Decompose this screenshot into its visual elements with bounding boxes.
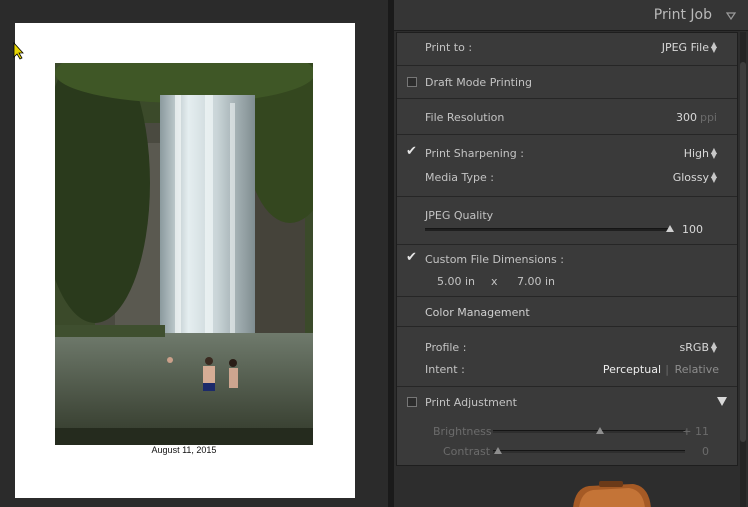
print-sharpening-label: Print Sharpening :	[425, 147, 524, 160]
profile-intent-section: Profile : sRGB ▲ ▼ Intent : Perceptual | …	[397, 327, 737, 387]
dimensions-values-row: 5.00 in x 7.00 in	[397, 273, 737, 291]
intent-perceptual-option[interactable]: Perceptual	[603, 363, 661, 376]
updown-arrow-icon[interactable]: ▲ ▼	[711, 171, 717, 184]
panel-title: Print Job	[653, 7, 712, 23]
print-to-value[interactable]: JPEG File	[662, 41, 709, 54]
dimension-separator: x	[491, 275, 498, 288]
intent-label: Intent :	[425, 363, 465, 376]
draft-mode-section: Draft Mode Printing	[397, 66, 737, 99]
contrast-slider[interactable]	[493, 450, 685, 453]
jpeg-quality-value[interactable]: 100	[682, 223, 703, 236]
jpeg-quality-slider-thumb[interactable]	[666, 225, 674, 232]
media-type-value[interactable]: Glossy	[673, 171, 709, 184]
print-adjustment-section: Print Adjustment Brightness + 11 Contras…	[397, 387, 737, 467]
profile-value[interactable]: sRGB	[680, 341, 709, 354]
panel-scrollbar-thumb[interactable]	[740, 62, 746, 442]
file-resolution-section: File Resolution 300 ppi	[397, 99, 737, 135]
intent-row: Intent : Perceptual | Relative	[397, 361, 737, 379]
print-adjustment-checkbox[interactable]	[407, 397, 417, 407]
updown-arrow-icon[interactable]: ▲ ▼	[711, 341, 717, 354]
color-management-section: Color Management	[397, 297, 737, 327]
jpeg-quality-slider[interactable]	[425, 228, 670, 231]
print-job-panel: Print Job Print to : JPEG File ▲ ▼ Draft …	[394, 0, 748, 507]
profile-label: Profile :	[425, 341, 467, 354]
jpeg-quality-section: JPEG Quality 100	[397, 197, 737, 245]
print-to-section: Print to : JPEG File ▲ ▼	[397, 33, 737, 66]
intent-separator: |	[665, 363, 669, 376]
custom-dimensions-section: ✔ Custom File Dimensions : 5.00 in x 7.0…	[397, 245, 737, 297]
file-resolution-label: File Resolution	[425, 111, 505, 124]
custom-dimensions-label: Custom File Dimensions :	[425, 253, 564, 266]
jpeg-quality-label: JPEG Quality	[425, 209, 494, 222]
color-management-row: Color Management	[397, 304, 737, 322]
draft-mode-label: Draft Mode Printing	[425, 76, 533, 89]
intent-relative-option[interactable]: Relative	[675, 363, 719, 376]
file-resolution-unit: ppi	[699, 111, 717, 124]
updown-arrow-icon[interactable]: ▲ ▼	[711, 147, 717, 160]
contrast-label: Contrast	[443, 445, 491, 458]
media-type-row: Media Type : Glossy ▲ ▼	[397, 169, 737, 187]
print-adjustment-label: Print Adjustment	[425, 396, 517, 409]
print-to-file-button-art[interactable]	[569, 478, 653, 507]
dimension-height-value[interactable]: 7.00 in	[517, 275, 555, 288]
checkmark-icon[interactable]: ✔	[406, 250, 417, 265]
color-management-title: Color Management	[425, 306, 530, 319]
file-resolution-value[interactable]: 300	[676, 111, 697, 124]
brightness-value[interactable]: + 11	[682, 425, 709, 438]
checkmark-icon[interactable]: ✔	[406, 144, 417, 159]
photo-caption: August 11, 2015	[151, 445, 217, 455]
sharpening-section: ✔ Print Sharpening : High ▲ ▼ Media Type …	[397, 135, 737, 197]
brightness-label: Brightness	[433, 425, 492, 438]
print-job-sections: Print to : JPEG File ▲ ▼ Draft Mode Print…	[396, 32, 738, 466]
brightness-row: Brightness + 11	[397, 423, 737, 441]
custom-dimensions-row: ✔ Custom File Dimensions :	[397, 250, 737, 269]
print-sharpening-row: ✔ Print Sharpening : High ▲ ▼	[397, 144, 737, 163]
contrast-slider-thumb[interactable]	[494, 447, 502, 454]
draft-mode-row: Draft Mode Printing	[397, 74, 737, 92]
print-preview-area: August 11, 2015	[0, 0, 388, 507]
draft-mode-checkbox[interactable]	[407, 77, 417, 87]
media-type-label: Media Type :	[425, 171, 495, 184]
print-sharpening-value[interactable]: High	[684, 147, 709, 160]
expand-triangle-icon[interactable]	[717, 396, 727, 409]
print-page: August 11, 2015	[15, 23, 355, 498]
print-to-label: Print to :	[425, 41, 473, 54]
file-resolution-row: File Resolution 300 ppi	[397, 109, 737, 127]
brightness-slider[interactable]	[493, 430, 685, 433]
dimension-width-value[interactable]: 5.00 in	[437, 275, 475, 288]
panel-header[interactable]: Print Job	[394, 0, 748, 31]
contrast-value[interactable]: 0	[702, 445, 709, 458]
waterfall-photo[interactable]	[55, 63, 313, 445]
updown-arrow-icon[interactable]: ▲ ▼	[711, 41, 717, 54]
mouse-cursor-icon	[13, 41, 25, 63]
print-to-row[interactable]: Print to : JPEG File ▲ ▼	[397, 39, 737, 57]
contrast-row: Contrast 0	[397, 443, 737, 461]
profile-row: Profile : sRGB ▲ ▼	[397, 339, 737, 357]
brightness-slider-thumb[interactable]	[596, 427, 604, 434]
collapse-triangle-icon[interactable]	[725, 10, 737, 23]
print-adjustment-row: Print Adjustment	[397, 394, 737, 412]
